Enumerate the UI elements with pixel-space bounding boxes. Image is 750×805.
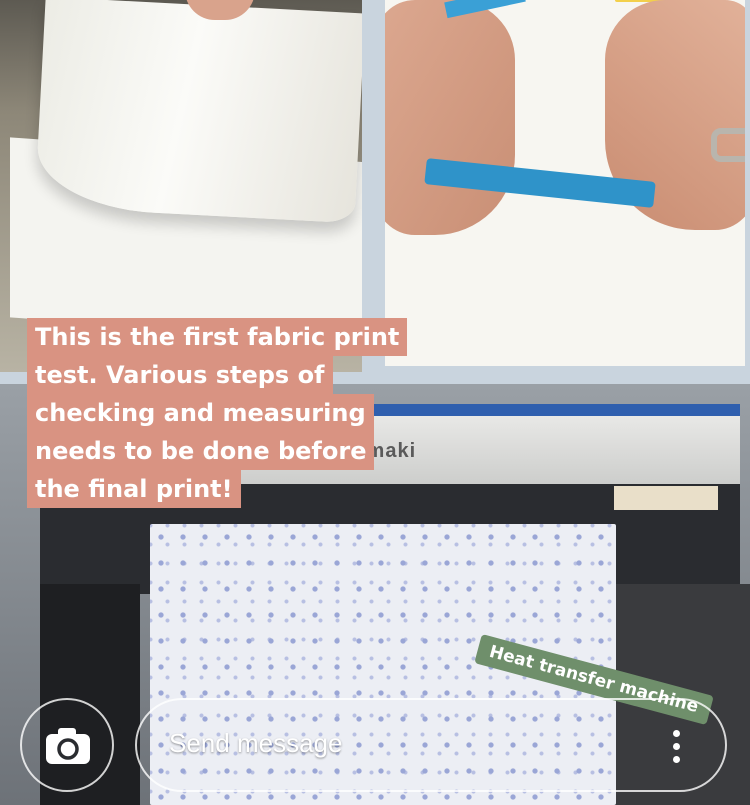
left-hand xyxy=(385,0,515,235)
caption-line: This is the first fabric print xyxy=(27,318,408,356)
caption-line: checking and measuring xyxy=(27,394,374,432)
caption-line: test. Various steps of xyxy=(27,356,333,394)
photo-tape-measure xyxy=(385,0,745,366)
story-caption: This is the first fabric print test. Var… xyxy=(27,318,408,508)
story-view: imaki This is the first fabric print tes… xyxy=(0,0,750,805)
printer-sticker xyxy=(614,486,718,510)
camera-icon xyxy=(46,728,90,764)
ring xyxy=(711,128,745,162)
paper-roll xyxy=(34,0,362,224)
send-message-input[interactable]: Send message xyxy=(135,698,727,792)
caption-line: the final print! xyxy=(27,470,241,508)
more-vertical-icon[interactable] xyxy=(673,730,681,764)
camera-button[interactable] xyxy=(20,698,114,792)
send-message-placeholder: Send message xyxy=(169,728,343,758)
photo-paper-roll xyxy=(0,0,362,372)
caption-line: needs to be done before xyxy=(27,432,375,470)
